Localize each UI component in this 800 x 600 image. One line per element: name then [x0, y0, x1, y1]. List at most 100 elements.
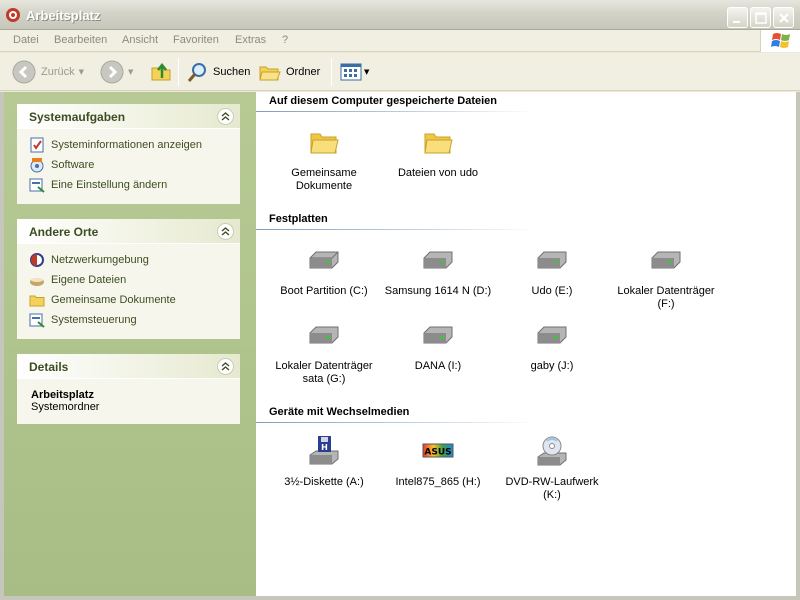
panel-header[interactable]: Systemaufgaben: [17, 104, 240, 129]
minimize-button[interactable]: [727, 7, 748, 28]
views-dropdown-icon[interactable]: ▼: [364, 68, 369, 76]
back-button[interactable]: Zurück ▼: [12, 59, 84, 85]
hard-drive-icon: [309, 251, 339, 269]
my-computer-icon: [6, 8, 20, 22]
menu-bar: Datei Bearbeiten Ansicht Favoriten Extra…: [0, 30, 800, 52]
section-title-hard-drives: Festplatten: [269, 213, 328, 225]
windows-flag-icon: [771, 33, 790, 48]
hard-drive-icon: [651, 251, 681, 269]
folders-icon: [259, 66, 281, 81]
maximize-icon: [755, 12, 767, 24]
chevron-up-icon: [221, 362, 230, 371]
content-pane: Auf diesem Computer gespeicherte Dateien…: [256, 92, 796, 596]
window-frame-right: [796, 92, 800, 600]
menu-bearbeiten[interactable]: Bearbeiten: [54, 34, 107, 46]
asus-drive-icon: ASUS: [422, 443, 454, 458]
system-info-icon: [30, 137, 44, 153]
forward-button[interactable]: ▼: [100, 59, 133, 85]
list-item[interactable]: Lokaler Datenträger sata (G:): [270, 319, 378, 386]
up-folder-icon: [151, 62, 171, 81]
search-button[interactable]: Suchen: [186, 59, 250, 85]
list-item[interactable]: Boot Partition (C:): [270, 244, 378, 298]
forward-dropdown-icon[interactable]: ▼: [128, 68, 133, 76]
menu-favoriten[interactable]: Favoriten: [173, 34, 219, 46]
collapse-button[interactable]: [217, 108, 234, 125]
settings-icon: [29, 178, 45, 193]
minimize-icon: [733, 21, 740, 23]
toolbar-separator: [178, 58, 179, 86]
details-type: Systemordner: [31, 401, 100, 413]
title-bar[interactable]: Arbeitsplatz: [0, 0, 800, 30]
back-dropdown-icon[interactable]: ▼: [79, 68, 84, 76]
task-link-system-info[interactable]: Systeminformationen anzeigen: [29, 135, 228, 155]
section-title-stored-files: Auf diesem Computer gespeicherte Dateien: [269, 95, 498, 107]
close-button[interactable]: [773, 7, 794, 28]
close-icon: [779, 13, 789, 23]
list-item[interactable]: Lokaler Datenträger (F:): [612, 244, 720, 311]
folders-button[interactable]: Ordner: [258, 59, 320, 85]
list-item[interactable]: Gemeinsame Dokumente: [270, 126, 378, 193]
forward-arrow-icon: [100, 60, 124, 84]
views-button[interactable]: ▼: [339, 59, 369, 85]
panel-details: Details Arbeitsplatz Systemordner: [17, 354, 240, 424]
svg-text:H: H: [321, 443, 328, 452]
hard-drive-icon: [423, 251, 453, 269]
folders-label: Ordner: [286, 66, 321, 78]
panel-title: Systemaufgaben: [29, 110, 126, 124]
place-link-shared-documents[interactable]: Gemeinsame Dokumente: [29, 290, 228, 310]
list-item[interactable]: Udo (E:): [498, 244, 606, 298]
section-divider: [256, 111, 536, 112]
panel-title: Andere Orte: [29, 225, 99, 239]
panel-header[interactable]: Andere Orte: [17, 219, 240, 244]
toolbar-separator: [331, 58, 332, 86]
windows-logo: [760, 30, 800, 52]
place-link-my-documents[interactable]: Eigene Dateien: [29, 270, 228, 290]
menu-help[interactable]: ?: [282, 34, 288, 46]
hard-drive-icon: [423, 326, 453, 344]
software-icon: [30, 158, 44, 173]
back-arrow-icon: [12, 60, 36, 84]
place-link-network[interactable]: Netzwerkumgebung: [29, 250, 228, 270]
my-documents-icon: [30, 278, 44, 286]
task-pane: Systemaufgaben Systeminformationen anzei…: [4, 92, 256, 596]
views-icon: [340, 63, 362, 81]
collapse-button[interactable]: [217, 223, 234, 240]
list-item[interactable]: Samsung 1614 N (D:): [384, 244, 492, 298]
up-folder-button[interactable]: [149, 59, 173, 85]
task-link-software[interactable]: Software: [29, 155, 228, 175]
hard-drive-icon: [309, 326, 339, 344]
folder-icon: [29, 295, 45, 307]
folder-icon: [310, 133, 339, 154]
network-icon: [30, 253, 44, 267]
collapse-button[interactable]: [217, 358, 234, 375]
list-item[interactable]: ASUS Intel875_865 (H:): [384, 435, 492, 489]
details-name: Arbeitsplatz: [31, 389, 94, 401]
maximize-button[interactable]: [750, 7, 771, 28]
task-link-change-setting[interactable]: Eine Einstellung ändern: [29, 175, 228, 195]
hard-drive-icon: [537, 326, 567, 344]
list-item[interactable]: gaby (J:): [498, 319, 606, 373]
list-item[interactable]: Dateien von udo: [384, 126, 492, 180]
panel-other-places: Andere Orte Netzwerkumgebung Eigene Date…: [17, 219, 240, 339]
hard-drive-icon: [537, 251, 567, 269]
section-title-removable: Geräte mit Wechselmedien: [269, 406, 410, 418]
list-item[interactable]: DANA (I:): [384, 319, 492, 373]
panel-title: Details: [29, 360, 69, 374]
control-panel-icon: [29, 313, 45, 328]
menu-ansicht[interactable]: Ansicht: [122, 34, 158, 46]
toolbar: Zurück ▼ ▼ Suchen Ordner ▼: [0, 53, 800, 91]
list-item[interactable]: DVD-RW-Laufwerk (K:): [498, 435, 606, 502]
menu-datei[interactable]: Datei: [13, 34, 39, 46]
list-item[interactable]: H 3½-Diskette (A:): [270, 435, 378, 489]
window-title: Arbeitsplatz: [26, 8, 101, 23]
search-icon: [187, 63, 206, 82]
place-link-control-panel[interactable]: Systemsteuerung: [29, 310, 228, 330]
section-divider: [256, 422, 536, 423]
menu-extras[interactable]: Extras: [235, 34, 266, 46]
section-divider: [256, 229, 536, 230]
asus-logo: ASUS: [424, 448, 451, 458]
panel-system-tasks: Systemaufgaben Systeminformationen anzei…: [17, 104, 240, 204]
panel-header[interactable]: Details: [17, 354, 240, 379]
folder-icon: [424, 133, 453, 154]
floppy-drive-icon: H: [309, 436, 339, 465]
